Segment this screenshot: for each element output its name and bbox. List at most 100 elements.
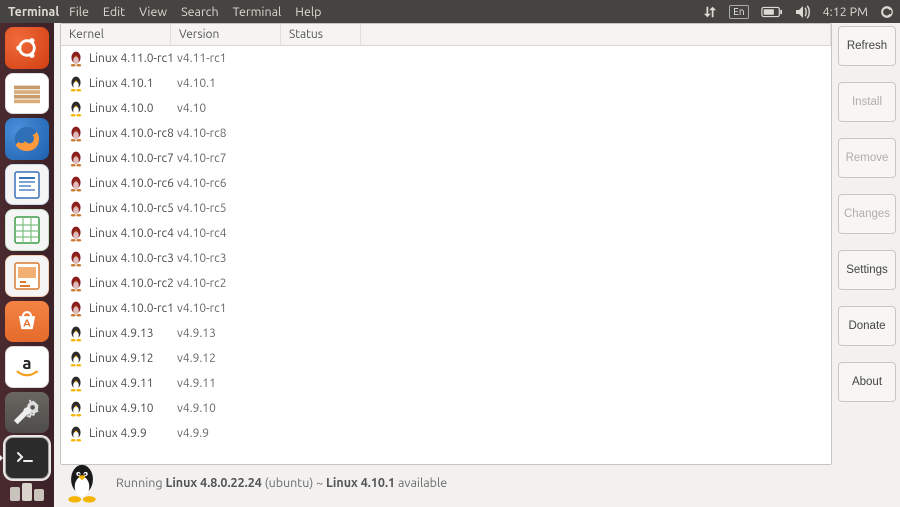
launcher-dash[interactable] (5, 27, 49, 69)
kernel-name: Linux 4.9.13 (85, 327, 177, 340)
amazon-icon: a (12, 352, 42, 382)
menu-file[interactable]: File (69, 5, 89, 19)
launcher-settings[interactable] (5, 392, 49, 434)
kernel-version: v4.10-rc7 (177, 152, 287, 165)
launcher-software[interactable]: A (5, 301, 49, 343)
sound-indicator-icon[interactable] (795, 5, 811, 19)
kernel-name: Linux 4.10.0-rc2 (85, 277, 177, 290)
terminal-icon (13, 447, 41, 469)
col-header-version[interactable]: Version (171, 24, 281, 45)
menu-search[interactable]: Search (181, 5, 219, 19)
status-footer: Running Linux 4.8.0.22.24 (ubuntu) ~ Lin… (54, 465, 900, 507)
action-panel: Refresh Install Remove Changes Settings … (838, 23, 900, 465)
tux-stable-icon (67, 426, 85, 442)
battery-indicator-icon[interactable] (761, 6, 783, 18)
col-header-status[interactable]: Status (281, 24, 361, 45)
clock-indicator[interactable]: 4:12 PM (823, 5, 868, 19)
table-row[interactable]: Linux 4.10.0-rc1v4.10-rc1 (61, 296, 831, 321)
firefox-icon (12, 124, 42, 154)
about-button[interactable]: About (838, 362, 896, 402)
launcher-terminal[interactable] (5, 437, 49, 479)
menu-view[interactable]: View (139, 5, 167, 19)
kernel-name: Linux 4.9.9 (85, 427, 177, 440)
launcher-impress[interactable] (5, 255, 49, 297)
table-row[interactable]: Linux 4.10.0-rc7v4.10-rc7 (61, 146, 831, 171)
table-row[interactable]: Linux 4.9.12v4.9.12 (61, 346, 831, 371)
kernel-name: Linux 4.10.1 (85, 77, 177, 90)
global-menubar: Terminal File Edit View Search Terminal … (0, 0, 900, 23)
table-row[interactable]: Linux 4.10.1v4.10.1 (61, 71, 831, 96)
kernel-version: v4.9.12 (177, 352, 287, 365)
launcher-files[interactable] (5, 73, 49, 115)
launcher-firefox[interactable] (5, 118, 49, 160)
svg-text:a: a (22, 354, 31, 373)
network-indicator-icon[interactable] (703, 5, 717, 19)
launcher-trash-stack[interactable] (5, 483, 49, 501)
active-app-label: Terminal (8, 5, 59, 19)
launcher-writer[interactable] (5, 164, 49, 206)
table-row[interactable]: Linux 4.10.0-rc8v4.10-rc8 (61, 121, 831, 146)
kernel-name: Linux 4.10.0 (85, 102, 177, 115)
refresh-button[interactable]: Refresh (838, 26, 896, 66)
calc-icon (13, 215, 41, 245)
kernel-version: v4.10-rc4 (177, 227, 287, 240)
table-header-row: Kernel Version Status (61, 24, 831, 46)
table-row[interactable]: Linux 4.11.0-rc1v4.11-rc1 (61, 46, 831, 71)
table-row[interactable]: Linux 4.9.9v4.9.9 (61, 421, 831, 446)
table-row[interactable]: Linux 4.10.0v4.10 (61, 96, 831, 121)
kernel-name: Linux 4.10.0-rc7 (85, 152, 177, 165)
menu-terminal[interactable]: Terminal (233, 5, 282, 19)
unity-launcher: A a (0, 23, 54, 507)
kernel-version: v4.10-rc2 (177, 277, 287, 290)
table-row[interactable]: Linux 4.10.0-rc4v4.10-rc4 (61, 221, 831, 246)
table-row[interactable]: Linux 4.10.0-rc5v4.10-rc5 (61, 196, 831, 221)
col-header-spacer (361, 24, 831, 45)
table-row[interactable]: Linux 4.10.0-rc6v4.10-rc6 (61, 171, 831, 196)
col-header-kernel[interactable]: Kernel (61, 24, 171, 45)
menu-edit[interactable]: Edit (103, 5, 125, 19)
table-row[interactable]: Linux 4.9.13v4.9.13 (61, 321, 831, 346)
tux-rc-icon (67, 51, 85, 67)
software-center-icon: A (14, 308, 40, 334)
table-row[interactable]: Linux 4.9.11v4.9.11 (61, 371, 831, 396)
kernel-name: Linux 4.10.0-rc3 (85, 252, 177, 265)
kernel-version: v4.10-rc3 (177, 252, 287, 265)
kernel-version: v4.9.9 (177, 427, 287, 440)
kernel-version: v4.10-rc1 (177, 302, 287, 315)
changes-button[interactable]: Changes (838, 194, 896, 234)
impress-icon (13, 261, 41, 291)
install-button[interactable]: Install (838, 82, 896, 122)
kernel-version: v4.10-rc8 (177, 127, 287, 140)
settings-button[interactable]: Settings (838, 250, 896, 290)
kernel-version: v4.10-rc5 (177, 202, 287, 215)
session-indicator-icon[interactable] (880, 5, 894, 19)
launcher-calc[interactable] (5, 209, 49, 251)
kernel-name: Linux 4.9.11 (85, 377, 177, 390)
kernel-version: v4.9.13 (177, 327, 287, 340)
ubuntu-logo-icon (14, 35, 40, 61)
kernel-name: Linux 4.9.10 (85, 402, 177, 415)
donate-button[interactable]: Donate (838, 306, 896, 346)
kernel-version: v4.9.11 (177, 377, 287, 390)
kernel-name: Linux 4.10.0-rc6 (85, 177, 177, 190)
tux-stable-icon (67, 351, 85, 367)
language-indicator[interactable]: En (729, 5, 748, 19)
kernel-version: v4.9.10 (177, 402, 287, 415)
tux-stable-icon (67, 101, 85, 117)
tux-rc-icon (67, 151, 85, 167)
tux-rc-icon (67, 176, 85, 192)
menu-help[interactable]: Help (295, 5, 321, 19)
table-row[interactable]: Linux 4.9.10v4.9.10 (61, 396, 831, 421)
kernel-name: Linux 4.10.0-rc8 (85, 127, 177, 140)
kernel-name: Linux 4.11.0-rc1 (85, 52, 177, 65)
table-row[interactable]: Linux 4.10.0-rc2v4.10-rc2 (61, 271, 831, 296)
kernel-name: Linux 4.10.0-rc1 (85, 302, 177, 315)
table-row[interactable]: Linux 4.10.0-rc3v4.10-rc3 (61, 246, 831, 271)
kernel-version: v4.10-rc6 (177, 177, 287, 190)
kernel-name: Linux 4.9.12 (85, 352, 177, 365)
launcher-amazon[interactable]: a (5, 346, 49, 388)
remove-button[interactable]: Remove (838, 138, 896, 178)
ukuu-window: Kernel Version Status Linux 4.11.0-rc1v4… (54, 23, 900, 507)
tux-stable-icon (67, 376, 85, 392)
kernel-table-body[interactable]: Linux 4.11.0-rc1v4.11-rc1 Linux 4.10.1v4… (61, 46, 831, 464)
